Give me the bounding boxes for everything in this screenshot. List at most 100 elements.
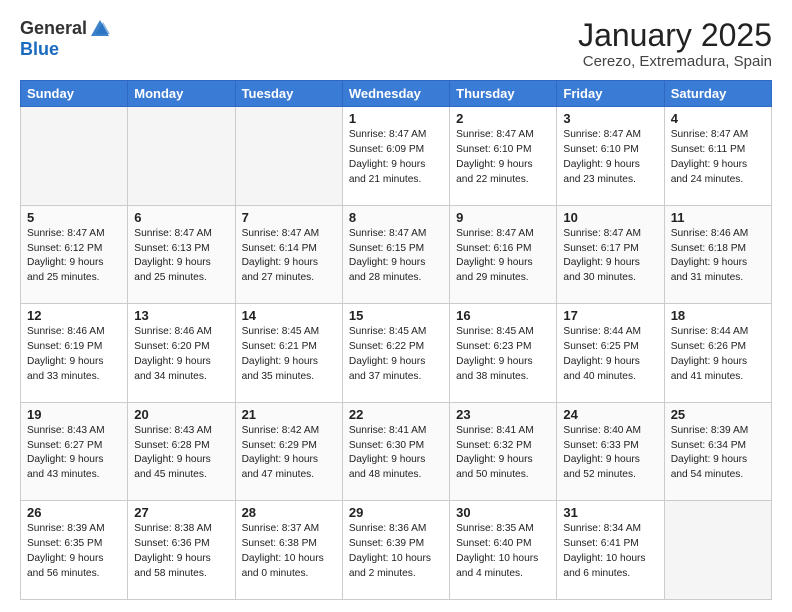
day-info: Sunrise: 8:37 AM Sunset: 6:38 PM Dayligh… [242, 522, 336, 581]
logo: General Blue [20, 18, 111, 60]
day-info: Sunrise: 8:44 AM Sunset: 6:26 PM Dayligh… [671, 325, 765, 384]
day-number: 26 [27, 505, 121, 520]
calendar-cell: 7 Sunrise: 8:47 AM Sunset: 6:14 PM Daylig… [235, 205, 342, 304]
calendar-cell: 23Sunrise: 8:41 AM Sunset: 6:32 PM Dayli… [450, 402, 557, 501]
calendar-table: SundayMondayTuesdayWednesdayThursdayFrid… [20, 80, 772, 600]
calendar-cell: 31 Sunrise: 8:34 AM Sunset: 6:41 PM Dayli… [557, 501, 664, 600]
calendar-cell: 3Sunrise: 8:47 AM Sunset: 6:10 PM Daylig… [557, 107, 664, 206]
day-info: Sunrise: 8:45 AM Sunset: 6:22 PM Dayligh… [349, 325, 443, 384]
day-info: Sunrise: 8:43 AM Sunset: 6:28 PM Dayligh… [134, 424, 228, 483]
calendar-cell: 4Sunrise: 8:47 AM Sunset: 6:11 PM Daylig… [664, 107, 771, 206]
calendar-day-header: Monday [128, 81, 235, 107]
day-info: Sunrise: 8:44 AM Sunset: 6:25 PM Dayligh… [563, 325, 657, 384]
calendar-cell: 13 Sunrise: 8:46 AM Sunset: 6:20 PM Dayli… [128, 304, 235, 403]
day-info: Sunrise: 8:46 AM Sunset: 6:20 PM Dayligh… [134, 325, 228, 384]
calendar-cell: 30 Sunrise: 8:35 AM Sunset: 6:40 PM Dayli… [450, 501, 557, 600]
page: General Blue January 2025 Cerezo, Extrem… [0, 0, 792, 612]
day-number: 30 [456, 505, 550, 520]
calendar-day-header: Tuesday [235, 81, 342, 107]
location: Cerezo, Extremadura, Spain [578, 53, 772, 70]
day-number: 6 [134, 210, 228, 225]
logo-blue-text: Blue [20, 39, 59, 59]
day-info: Sunrise: 8:47 AM Sunset: 6:12 PM Dayligh… [27, 227, 121, 286]
header: General Blue January 2025 Cerezo, Extrem… [20, 18, 772, 70]
calendar-header-row: SundayMondayTuesdayWednesdayThursdayFrid… [21, 81, 772, 107]
day-number: 19 [27, 407, 121, 422]
calendar-cell [128, 107, 235, 206]
day-number: 13 [134, 308, 228, 323]
calendar-day-header: Saturday [664, 81, 771, 107]
day-info: Sunrise: 8:47 AM Sunset: 6:17 PM Dayligh… [563, 227, 657, 286]
calendar-cell: 25 Sunrise: 8:39 AM Sunset: 6:34 PM Dayli… [664, 402, 771, 501]
calendar-week-row: 5 Sunrise: 8:47 AM Sunset: 6:12 PM Daylig… [21, 205, 772, 304]
day-number: 24 [563, 407, 657, 422]
calendar-week-row: 1Sunrise: 8:47 AM Sunset: 6:09 PM Daylig… [21, 107, 772, 206]
day-number: 20 [134, 407, 228, 422]
day-number: 29 [349, 505, 443, 520]
day-number: 18 [671, 308, 765, 323]
day-number: 16 [456, 308, 550, 323]
calendar-cell: 9 Sunrise: 8:47 AM Sunset: 6:16 PM Daylig… [450, 205, 557, 304]
calendar-week-row: 26 Sunrise: 8:39 AM Sunset: 6:35 PM Dayli… [21, 501, 772, 600]
day-number: 21 [242, 407, 336, 422]
calendar-cell: 8 Sunrise: 8:47 AM Sunset: 6:15 PM Daylig… [342, 205, 449, 304]
calendar-cell: 20 Sunrise: 8:43 AM Sunset: 6:28 PM Dayli… [128, 402, 235, 501]
day-info: Sunrise: 8:47 AM Sunset: 6:11 PM Dayligh… [671, 128, 765, 187]
day-number: 22 [349, 407, 443, 422]
day-info: Sunrise: 8:40 AM Sunset: 6:33 PM Dayligh… [563, 424, 657, 483]
day-number: 28 [242, 505, 336, 520]
day-number: 31 [563, 505, 657, 520]
calendar-cell: 6 Sunrise: 8:47 AM Sunset: 6:13 PM Daylig… [128, 205, 235, 304]
calendar-cell: 27 Sunrise: 8:38 AM Sunset: 6:36 PM Dayli… [128, 501, 235, 600]
day-info: Sunrise: 8:47 AM Sunset: 6:10 PM Dayligh… [456, 128, 550, 187]
day-info: Sunrise: 8:47 AM Sunset: 6:16 PM Dayligh… [456, 227, 550, 286]
calendar-cell: 10 Sunrise: 8:47 AM Sunset: 6:17 PM Dayli… [557, 205, 664, 304]
day-info: Sunrise: 8:42 AM Sunset: 6:29 PM Dayligh… [242, 424, 336, 483]
day-info: Sunrise: 8:36 AM Sunset: 6:39 PM Dayligh… [349, 522, 443, 581]
day-info: Sunrise: 8:39 AM Sunset: 6:35 PM Dayligh… [27, 522, 121, 581]
day-number: 7 [242, 210, 336, 225]
day-info: Sunrise: 8:39 AM Sunset: 6:34 PM Dayligh… [671, 424, 765, 483]
calendar-cell: 14 Sunrise: 8:45 AM Sunset: 6:21 PM Dayli… [235, 304, 342, 403]
calendar-cell: 28 Sunrise: 8:37 AM Sunset: 6:38 PM Dayli… [235, 501, 342, 600]
day-number: 12 [27, 308, 121, 323]
day-number: 2 [456, 111, 550, 126]
day-info: Sunrise: 8:46 AM Sunset: 6:18 PM Dayligh… [671, 227, 765, 286]
day-number: 8 [349, 210, 443, 225]
calendar-cell: 19Sunrise: 8:43 AM Sunset: 6:27 PM Dayli… [21, 402, 128, 501]
calendar-day-header: Sunday [21, 81, 128, 107]
calendar-cell: 29 Sunrise: 8:36 AM Sunset: 6:39 PM Dayli… [342, 501, 449, 600]
day-number: 10 [563, 210, 657, 225]
calendar-cell: 26 Sunrise: 8:39 AM Sunset: 6:35 PM Dayli… [21, 501, 128, 600]
calendar-cell: 18 Sunrise: 8:44 AM Sunset: 6:26 PM Dayli… [664, 304, 771, 403]
calendar-cell: 11 Sunrise: 8:46 AM Sunset: 6:18 PM Dayli… [664, 205, 771, 304]
day-info: Sunrise: 8:47 AM Sunset: 6:10 PM Dayligh… [563, 128, 657, 187]
day-number: 14 [242, 308, 336, 323]
calendar-cell: 2 Sunrise: 8:47 AM Sunset: 6:10 PM Daylig… [450, 107, 557, 206]
day-info: Sunrise: 8:45 AM Sunset: 6:21 PM Dayligh… [242, 325, 336, 384]
day-number: 5 [27, 210, 121, 225]
day-number: 27 [134, 505, 228, 520]
day-info: Sunrise: 8:47 AM Sunset: 6:14 PM Dayligh… [242, 227, 336, 286]
day-info: Sunrise: 8:35 AM Sunset: 6:40 PM Dayligh… [456, 522, 550, 581]
title-block: January 2025 Cerezo, Extremadura, Spain [578, 18, 772, 70]
calendar-cell: 22 Sunrise: 8:41 AM Sunset: 6:30 PM Dayli… [342, 402, 449, 501]
day-info: Sunrise: 8:47 AM Sunset: 6:13 PM Dayligh… [134, 227, 228, 286]
day-info: Sunrise: 8:34 AM Sunset: 6:41 PM Dayligh… [563, 522, 657, 581]
calendar-cell: 24 Sunrise: 8:40 AM Sunset: 6:33 PM Dayli… [557, 402, 664, 501]
day-info: Sunrise: 8:38 AM Sunset: 6:36 PM Dayligh… [134, 522, 228, 581]
calendar-cell: 5 Sunrise: 8:47 AM Sunset: 6:12 PM Daylig… [21, 205, 128, 304]
day-number: 25 [671, 407, 765, 422]
calendar-day-header: Wednesday [342, 81, 449, 107]
calendar-cell: 17Sunrise: 8:44 AM Sunset: 6:25 PM Dayli… [557, 304, 664, 403]
day-info: Sunrise: 8:41 AM Sunset: 6:30 PM Dayligh… [349, 424, 443, 483]
month-title: January 2025 [578, 18, 772, 53]
day-info: Sunrise: 8:47 AM Sunset: 6:15 PM Dayligh… [349, 227, 443, 286]
calendar-day-header: Thursday [450, 81, 557, 107]
day-number: 9 [456, 210, 550, 225]
day-number: 11 [671, 210, 765, 225]
calendar-cell [664, 501, 771, 600]
logo-general-text: General [20, 19, 87, 39]
day-number: 15 [349, 308, 443, 323]
day-info: Sunrise: 8:47 AM Sunset: 6:09 PM Dayligh… [349, 128, 443, 187]
